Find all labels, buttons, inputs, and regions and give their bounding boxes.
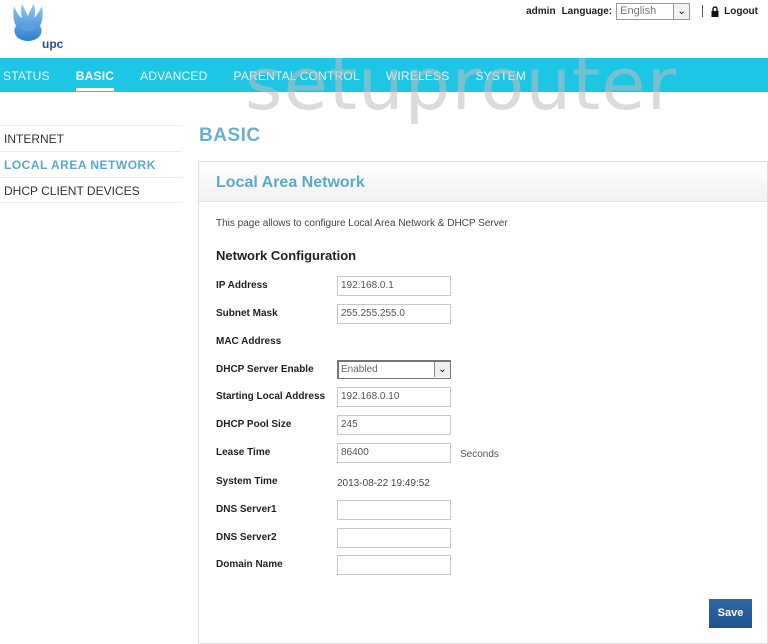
dhcp-pool-size-row: DHCP Pool Size 245 [216,415,756,435]
ip-address-row: IP Address 192.168.0.1 [216,276,756,296]
nav-status[interactable]: STATUS [3,58,50,92]
panel-description: This page allows to configure Local Area… [216,218,508,229]
dhcp-server-enable-row: DHCP Server Enable Enabled ⌄ [216,360,756,380]
subnet-mask-row: Subnet Mask 255.255.255.0 [216,304,756,324]
nav-wireless[interactable]: WIRELESS [386,58,450,92]
language-label: Language: [561,5,613,17]
dns-server1-input[interactable] [337,500,451,520]
starting-local-address-label: Starting Local Address [216,391,326,402]
logout-link[interactable]: Logout [724,6,758,17]
lock-icon [711,5,719,17]
starting-local-address-input[interactable]: 192.168.0.10 [337,387,451,407]
user-menu: admin Language: English ⌄ Logout [526,2,758,20]
lease-time-input[interactable]: 86400 [337,443,451,463]
system-time-value: 2013-08-22 19:49:52 [337,478,430,489]
chevron-down-icon: ⌄ [434,362,450,377]
logo-text: upc [42,37,64,51]
main-nav: STATUS BASIC ADVANCED PARENTAL CONTROL W… [0,58,768,92]
sidebar-item-dhcp-client-devices[interactable]: DHCP CLIENT DEVICES [0,177,182,203]
section-title: Network Configuration [216,248,357,263]
sidebar-item-internet[interactable]: INTERNET [0,125,182,151]
save-button[interactable]: Save [709,599,752,628]
dhcp-server-enable-value: Enabled [341,364,378,375]
upc-logo-icon [13,4,43,41]
dhcp-pool-size-label: DHCP Pool Size [216,419,292,430]
language-select[interactable]: English ⌄ [616,2,691,20]
lease-time-unit: Seconds [460,449,499,460]
system-time-label: System Time [216,476,278,487]
dhcp-server-enable-label: DHCP Server Enable [216,364,314,375]
subnet-mask-input[interactable]: 255.255.255.0 [337,304,451,324]
sidebar: INTERNET LOCAL AREA NETWORK DHCP CLIENT … [0,125,182,203]
system-time-row: System Time 2013-08-22 19:49:52 [216,472,756,492]
ip-address-input[interactable]: 192.168.0.1 [337,276,451,296]
page-title: BASIC [199,125,261,146]
nav-basic[interactable]: BASIC [75,58,115,92]
divider [702,5,704,17]
domain-name-label: Domain Name [216,559,283,570]
nav-parental-control[interactable]: PARENTAL CONTROL [234,58,360,92]
username: admin [526,5,556,17]
dns-server2-row: DNS Server2 [216,528,756,548]
header: upc admin Language: English ⌄ Logout [0,0,768,58]
ip-address-label: IP Address [216,280,268,291]
panel-title: Local Area Network [199,162,767,202]
mac-address-row: MAC Address [216,332,756,352]
mac-address-label: MAC Address [216,336,282,347]
lan-panel: Local Area Network This page allows to c… [198,161,768,644]
dns-server2-label: DNS Server2 [216,532,277,543]
dhcp-server-enable-select[interactable]: Enabled ⌄ [337,360,451,379]
domain-name-row: Domain Name [216,555,756,575]
sidebar-item-local-area-network[interactable]: LOCAL AREA NETWORK [0,151,182,177]
lease-time-label: Lease Time [216,447,271,458]
dns-server1-row: DNS Server1 [216,500,756,520]
nav-advanced[interactable]: ADVANCED [140,58,207,92]
language-value: English [620,5,657,17]
subnet-mask-label: Subnet Mask [216,308,278,319]
domain-name-input[interactable] [337,555,451,575]
nav-system[interactable]: SYSTEM [475,58,526,92]
upc-logo[interactable]: upc [10,2,66,52]
dns-server1-label: DNS Server1 [216,504,277,515]
chevron-down-icon: ⌄ [673,3,690,19]
dns-server2-input[interactable] [337,528,451,548]
dhcp-pool-size-input[interactable]: 245 [337,415,451,435]
starting-local-address-row: Starting Local Address 192.168.0.10 [216,387,756,407]
lease-time-row: Lease Time 86400 Seconds [216,443,756,463]
